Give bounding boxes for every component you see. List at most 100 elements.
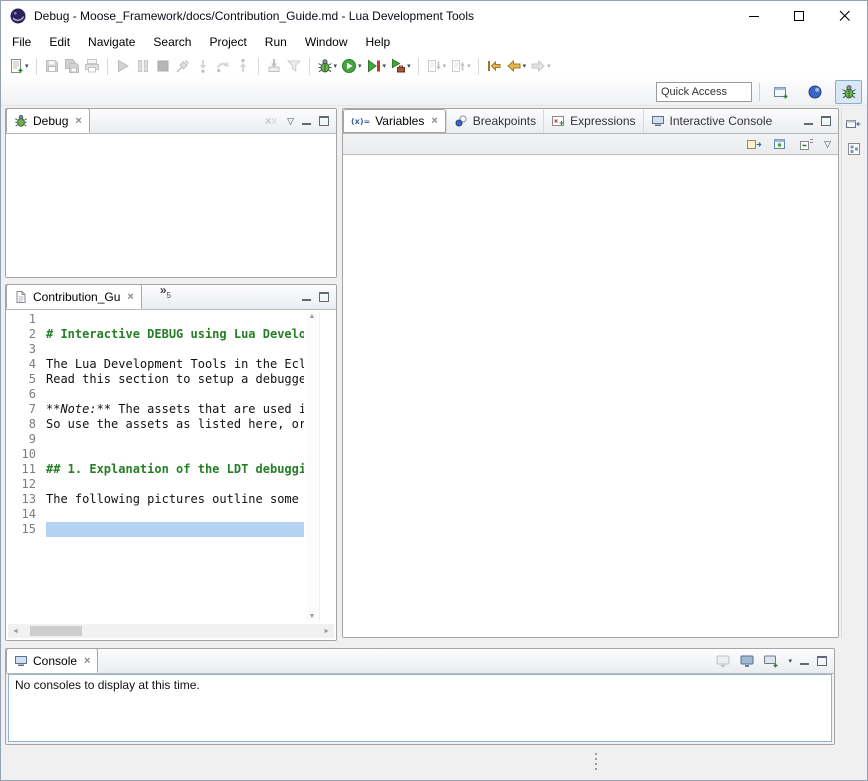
editor-horizontal-scrollbar[interactable]: ◄ ► bbox=[8, 624, 334, 638]
menubar: File Edit Navigate Search Project Run Wi… bbox=[1, 31, 867, 53]
quick-access-input[interactable] bbox=[656, 82, 752, 102]
dropdown-icon[interactable]: ▾ bbox=[788, 657, 792, 665]
display-selected-console-icon[interactable] bbox=[739, 653, 755, 669]
close-window-button[interactable] bbox=[822, 1, 867, 31]
view-menu-icon[interactable]: ▽ bbox=[824, 139, 831, 150]
previous-annotation-button[interactable]: ▾ bbox=[448, 55, 473, 77]
tab-variables[interactable]: (x)= Variables × bbox=[343, 109, 446, 133]
open-perspective-button[interactable] bbox=[767, 80, 794, 104]
dropdown-icon[interactable]: ▾ bbox=[358, 62, 362, 70]
print-button[interactable] bbox=[82, 55, 102, 77]
close-tab-icon[interactable]: × bbox=[75, 115, 81, 127]
save-button[interactable] bbox=[42, 55, 62, 77]
line-number: 4 bbox=[6, 357, 46, 372]
step-into-button[interactable] bbox=[193, 55, 213, 77]
maximize-view-icon[interactable] bbox=[817, 656, 827, 666]
console-content[interactable]: No consoles to display at this time. bbox=[8, 674, 832, 742]
minimize-view-icon[interactable] bbox=[804, 117, 813, 126]
tab-contribution-guide[interactable]: Contribution_Gu × bbox=[6, 284, 142, 309]
show-logical-structures-icon[interactable] bbox=[746, 136, 762, 152]
resume-button[interactable] bbox=[113, 55, 133, 77]
menu-navigate[interactable]: Navigate bbox=[79, 32, 144, 52]
resume-icon bbox=[115, 58, 131, 74]
menu-window[interactable]: Window bbox=[296, 32, 357, 52]
menu-project[interactable]: Project bbox=[200, 32, 255, 52]
debug-perspective-button[interactable] bbox=[835, 80, 862, 104]
minimize-view-icon[interactable] bbox=[302, 117, 311, 126]
line-number: 6 bbox=[6, 387, 46, 402]
minimize-window-button[interactable] bbox=[732, 1, 777, 31]
menu-file[interactable]: File bbox=[3, 32, 40, 52]
back-button[interactable]: ▾ bbox=[504, 55, 529, 77]
maximize-view-icon[interactable] bbox=[319, 116, 329, 126]
variables-view-content[interactable] bbox=[343, 156, 838, 637]
chevron-icon: » bbox=[160, 285, 167, 295]
collapse-all-icon[interactable] bbox=[798, 136, 814, 152]
dropdown-icon[interactable]: ▾ bbox=[407, 62, 411, 70]
console-message: No consoles to display at this time. bbox=[9, 675, 831, 695]
step-return-button[interactable] bbox=[233, 55, 253, 77]
restore-view-icon[interactable] bbox=[845, 116, 862, 132]
close-tab-icon[interactable]: × bbox=[127, 291, 133, 303]
scroll-down-icon[interactable]: ▼ bbox=[309, 613, 316, 620]
remove-all-terminated-icon[interactable] bbox=[264, 115, 279, 128]
next-annotation-button[interactable]: ▾ bbox=[424, 55, 449, 77]
maximize-window-button[interactable] bbox=[777, 1, 822, 31]
scroll-left-icon[interactable]: ◄ bbox=[8, 628, 23, 635]
tab-debug[interactable]: Debug × bbox=[6, 108, 90, 133]
show-type-names-icon[interactable] bbox=[772, 136, 788, 152]
editor-vertical-scrollbar[interactable]: ▲ ▼ bbox=[305, 311, 319, 622]
save-all-button[interactable] bbox=[62, 55, 82, 77]
dropdown-icon[interactable]: ▾ bbox=[334, 62, 338, 70]
menu-run[interactable]: Run bbox=[256, 32, 296, 52]
menu-search[interactable]: Search bbox=[144, 32, 200, 52]
tab-expressions[interactable]: Expressions bbox=[543, 109, 642, 133]
menu-edit[interactable]: Edit bbox=[40, 32, 79, 52]
scroll-right-icon[interactable]: ► bbox=[319, 628, 334, 635]
dropdown-icon[interactable]: ▾ bbox=[443, 62, 447, 70]
lua-perspective-button[interactable] bbox=[801, 80, 828, 104]
outline-view-icon[interactable] bbox=[846, 141, 862, 157]
suspend-button[interactable] bbox=[133, 55, 153, 77]
minimize-view-icon[interactable] bbox=[302, 293, 311, 302]
editor-code-area[interactable]: 1 2# Interactive DEBUG using Lua Develop… bbox=[6, 312, 304, 622]
use-step-filters-button[interactable] bbox=[284, 55, 304, 77]
menu-help[interactable]: Help bbox=[357, 32, 400, 52]
step-over-button[interactable] bbox=[213, 55, 233, 77]
open-console-icon[interactable] bbox=[763, 653, 779, 669]
status-bar-grip[interactable] bbox=[595, 753, 597, 770]
external-tools-button[interactable]: ▾ bbox=[388, 55, 413, 77]
editor-overflow-chevron[interactable]: » 5 bbox=[160, 281, 171, 309]
debug-button[interactable]: ▾ bbox=[315, 55, 340, 77]
line-text-emphasis: **Note:** bbox=[46, 402, 111, 416]
dropdown-icon[interactable]: ▾ bbox=[25, 62, 29, 70]
close-tab-icon[interactable]: × bbox=[431, 115, 437, 127]
drop-to-frame-button[interactable] bbox=[264, 55, 284, 77]
dropdown-icon[interactable]: ▾ bbox=[467, 62, 471, 70]
pin-console-icon[interactable] bbox=[715, 653, 731, 669]
tab-label: Breakpoints bbox=[473, 114, 536, 128]
minimize-view-icon[interactable] bbox=[800, 657, 809, 666]
maximize-view-icon[interactable] bbox=[319, 292, 329, 302]
dropdown-icon[interactable]: ▾ bbox=[383, 62, 387, 70]
close-tab-icon[interactable]: × bbox=[84, 655, 90, 667]
debug-view-content[interactable] bbox=[6, 134, 336, 277]
forward-button[interactable]: ▾ bbox=[528, 55, 553, 77]
dropdown-icon[interactable]: ▾ bbox=[523, 62, 527, 70]
terminate-button[interactable] bbox=[153, 55, 173, 77]
tab-interactive-console[interactable]: Interactive Console bbox=[643, 109, 780, 133]
horizontal-scroll-thumb[interactable] bbox=[30, 626, 82, 636]
perspective-bar bbox=[1, 79, 867, 106]
tab-breakpoints[interactable]: Breakpoints bbox=[446, 109, 543, 133]
view-menu-icon[interactable]: ▽ bbox=[287, 116, 294, 127]
scroll-up-icon[interactable]: ▲ bbox=[309, 313, 316, 320]
run-button[interactable]: ▾ bbox=[339, 55, 364, 77]
disconnect-button[interactable] bbox=[173, 55, 193, 77]
last-edit-location-button[interactable] bbox=[484, 55, 504, 77]
dropdown-icon[interactable]: ▾ bbox=[547, 62, 551, 70]
editor-content[interactable]: 1 2# Interactive DEBUG using Lua Develop… bbox=[6, 310, 336, 640]
maximize-view-icon[interactable] bbox=[821, 116, 831, 126]
tab-console[interactable]: Console × bbox=[6, 648, 98, 673]
new-wizard-button[interactable]: ▾ bbox=[6, 55, 31, 77]
coverage-button[interactable]: ▾ bbox=[364, 55, 389, 77]
